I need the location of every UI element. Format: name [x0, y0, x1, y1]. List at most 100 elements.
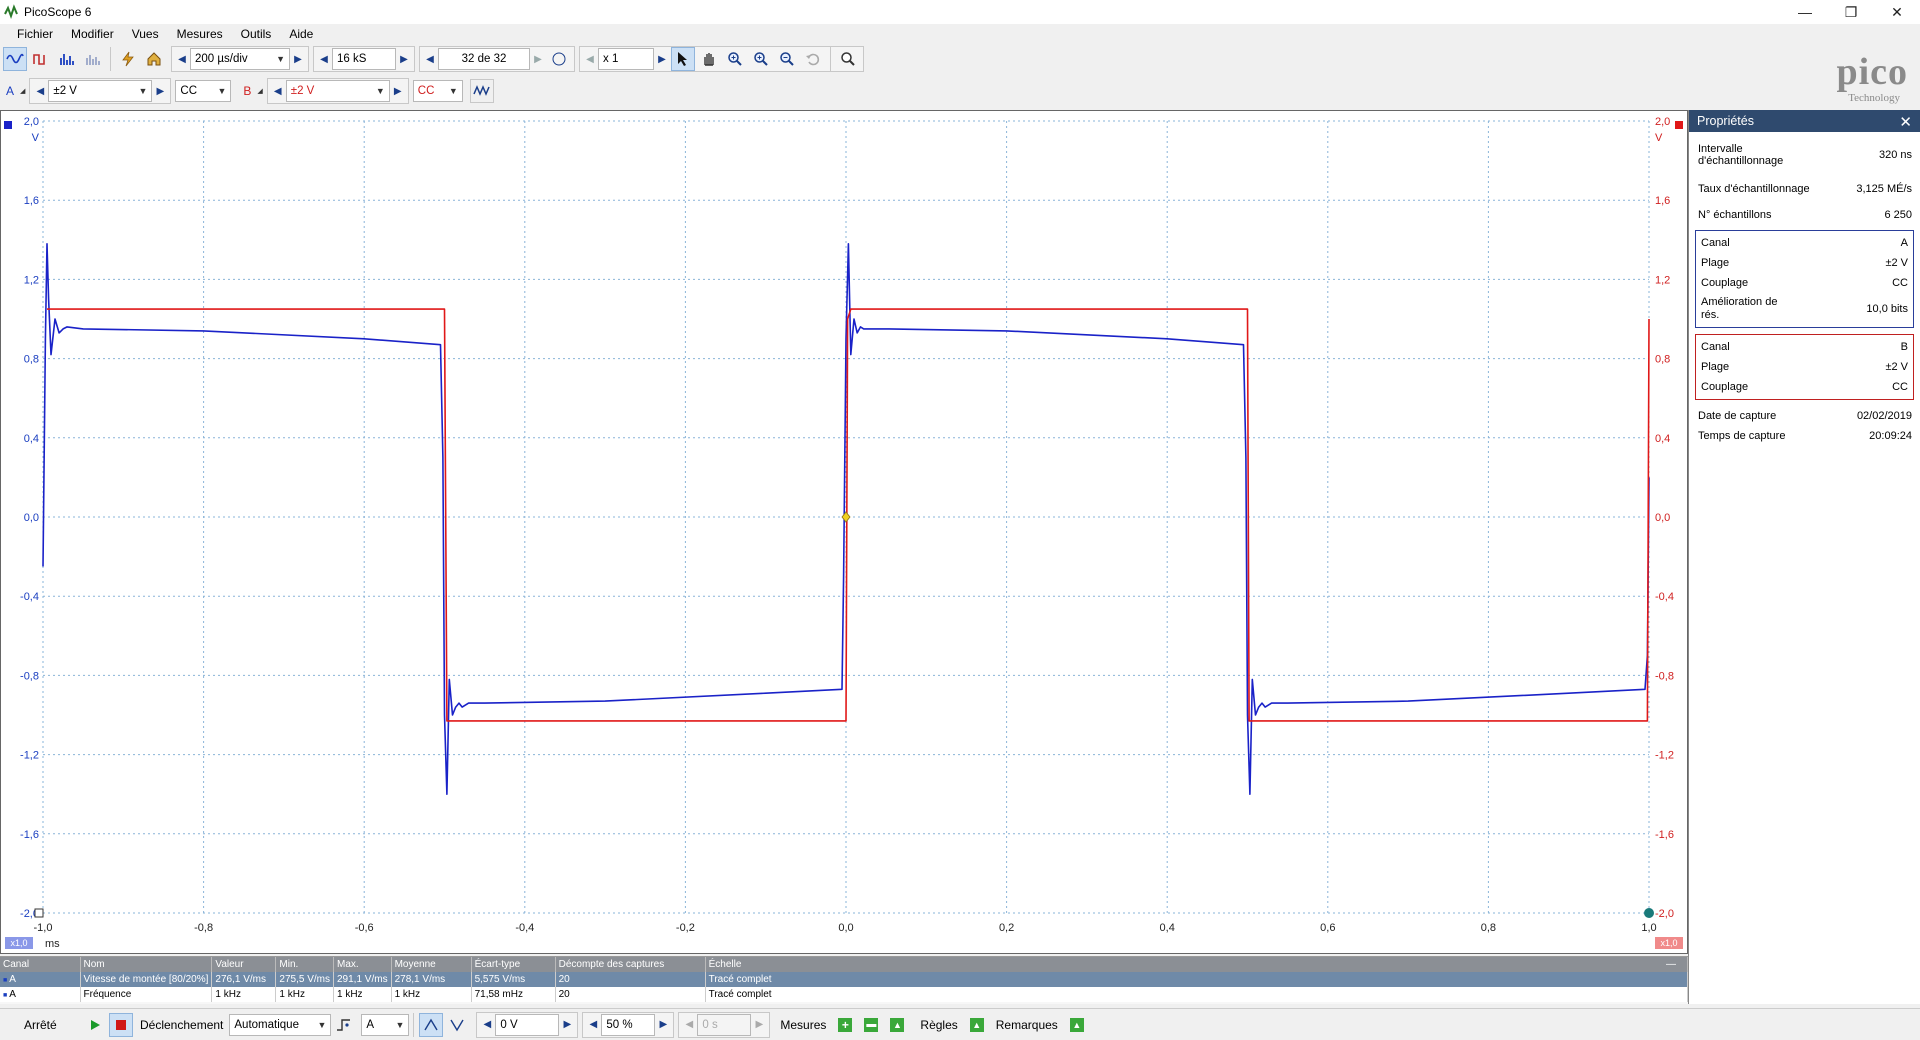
signal-generator-button[interactable]	[469, 79, 494, 103]
buffer-navigator-button[interactable]	[547, 47, 571, 71]
pretrigger-increase-button[interactable]: ▶	[655, 1014, 671, 1036]
ruler-handle-right[interactable]	[1644, 908, 1654, 918]
trigger-marker[interactable]	[841, 511, 851, 523]
samples-decrease-button[interactable]: ◀	[316, 48, 332, 70]
y-tick-label-left: 0,0	[24, 512, 39, 524]
table-row[interactable]: ■ A Vitesse de montée [80/20%] 276,1 V/m…	[0, 972, 1689, 987]
falling-edge-button[interactable]	[445, 1013, 469, 1037]
menu-vues[interactable]: Vues	[123, 27, 168, 41]
menu-fichier[interactable]: Fichier	[8, 27, 62, 41]
trigger-mode-select[interactable]: Automatique ▼	[229, 1013, 332, 1036]
col-canal[interactable]: Canal	[0, 957, 81, 972]
channel-a-range-select[interactable]: ±2 V ▼	[48, 80, 153, 102]
zoom-in-tool-button[interactable]	[723, 47, 747, 71]
timebase-select[interactable]: 200 µs/div ▼	[190, 48, 290, 70]
trigger-delay-field[interactable]: 0 s	[697, 1013, 752, 1036]
delete-measurement-button[interactable]: ▲	[885, 1013, 909, 1037]
close-window-button[interactable]: ✕	[1874, 0, 1920, 24]
zoom-factor-field[interactable]: x 1	[598, 48, 654, 70]
channel-a-coupling-select[interactable]: CC ▼	[175, 80, 232, 102]
table-row[interactable]: ■ A Fréquence 1 kHz 1 kHz 1 kHz 1 kHz 71…	[0, 987, 1689, 1002]
cell-valeur: 1 kHz	[211, 987, 277, 1002]
delay-increase-button[interactable]: ▶	[751, 1014, 767, 1036]
channel-b-range-increase-button[interactable]: ▶	[390, 80, 406, 102]
samples-increase-button[interactable]: ▶	[396, 48, 412, 70]
rules-label: Règles	[920, 1017, 958, 1032]
channel-b-range-select[interactable]: ±2 V ▼	[285, 80, 390, 102]
zoom-decrease-button[interactable]: ◀	[582, 48, 598, 70]
x-scale-badge-right-label: x1,0	[1660, 938, 1677, 948]
channel-b-coupling-select[interactable]: CC ▼	[412, 80, 463, 102]
serial-decode-button[interactable]	[81, 47, 105, 71]
col-min[interactable]: Min.	[275, 957, 334, 972]
delay-decrease-button[interactable]: ◀	[681, 1014, 697, 1036]
edit-measurement-button[interactable]: ▬	[859, 1013, 883, 1037]
trigger-source-select[interactable]: A ▼	[361, 1013, 410, 1036]
samples-select[interactable]: 16 kS	[332, 48, 396, 70]
ruler-handle-left[interactable]	[34, 908, 44, 918]
probe-button[interactable]	[116, 47, 140, 71]
restore-button[interactable]: ❐	[1828, 0, 1874, 24]
menu-outils[interactable]: Outils	[232, 27, 281, 41]
channel-b-axis-marker[interactable]	[1675, 121, 1683, 129]
capture-index-field[interactable]: 32 de 32	[438, 48, 530, 70]
compass-icon	[552, 52, 566, 66]
col-decompte[interactable]: Décompte des captures	[555, 957, 706, 972]
channel-a-range-increase-button[interactable]: ▶	[152, 80, 168, 102]
col-nom[interactable]: Nom	[80, 957, 213, 972]
next-capture-button[interactable]: ▶	[530, 48, 546, 70]
home-button[interactable]	[142, 47, 166, 71]
advanced-trigger-button[interactable]	[332, 1013, 356, 1037]
x-tick-label: 0,0	[838, 922, 853, 934]
menu-aide[interactable]: Aide	[280, 27, 322, 41]
col-valeur[interactable]: Valeur	[211, 957, 277, 972]
minimize-button[interactable]: —	[1782, 0, 1828, 24]
oscilloscope-chart[interactable]: 2,0 1,6 1,2 0,8 0,4 0,0 -0,4 -0,8 -1,2 -1,6 -2,0 V 2…	[1, 111, 1687, 953]
plus-icon: +	[838, 1017, 853, 1032]
trigger-source-value: A	[366, 1018, 375, 1031]
channel-a-label[interactable]: A	[6, 84, 20, 98]
zoom-area-tool-button[interactable]	[749, 47, 773, 71]
channel-a-range-decrease-button[interactable]: ◀	[32, 80, 48, 102]
zoom-overview-button[interactable]	[836, 47, 860, 71]
y-tick-label-right: -1,2	[1655, 750, 1674, 762]
scope-view[interactable]: 2,0 1,6 1,2 0,8 0,4 0,0 -0,4 -0,8 -1,2 -1,6 -2,0 V 2…	[0, 110, 1688, 954]
stop-button[interactable]	[109, 1012, 133, 1037]
col-max[interactable]: Max.	[333, 957, 392, 972]
cell-canal: ■ A	[0, 972, 81, 987]
col-ecart-type[interactable]: Écart-type	[471, 957, 556, 972]
hand-tool-button[interactable]	[697, 47, 721, 71]
persistence-mode-button[interactable]	[29, 47, 53, 71]
close-icon[interactable]: ✕	[1899, 113, 1912, 131]
zoom-out-tool-button[interactable]	[775, 47, 799, 71]
select-tool-button[interactable]	[671, 47, 695, 71]
rules-button[interactable]: ▲	[965, 1013, 989, 1037]
timebase-increase-button[interactable]: ▶	[290, 48, 306, 70]
menu-mesures[interactable]: Mesures	[168, 27, 232, 41]
menu-modifier[interactable]: Modifier	[62, 27, 123, 41]
scope-mode-button[interactable]	[3, 47, 27, 71]
channel-b-range-decrease-button[interactable]: ◀	[270, 80, 286, 102]
trigger-level-increase-button[interactable]: ▶	[559, 1014, 575, 1036]
spectrum-mode-button[interactable]	[55, 47, 79, 71]
previous-capture-button[interactable]: ◀	[422, 48, 438, 70]
channel-b-label[interactable]: B	[243, 84, 257, 98]
trigger-level-field[interactable]: 0 V	[495, 1013, 560, 1036]
channel-a-axis-marker[interactable]	[4, 121, 12, 129]
notes-button[interactable]: ▲	[1065, 1013, 1089, 1037]
prop-row: Temps de capture 20:09:24	[1689, 426, 1920, 446]
start-button[interactable]	[83, 1013, 107, 1037]
collapse-icon[interactable]: —	[1666, 959, 1676, 970]
pretrigger-decrease-button[interactable]: ◀	[585, 1014, 601, 1036]
zoom-increase-button[interactable]: ▶	[654, 48, 670, 70]
rising-edge-button[interactable]	[419, 1012, 444, 1037]
y-tick-label-right: 2,0	[1655, 116, 1670, 128]
col-moyenne[interactable]: Moyenne	[391, 957, 472, 972]
trigger-level-decrease-button[interactable]: ◀	[479, 1014, 495, 1036]
undo-zoom-button[interactable]	[801, 47, 825, 71]
add-measurement-button[interactable]: +	[833, 1013, 857, 1037]
pretrigger-field[interactable]: 50 %	[601, 1013, 656, 1036]
timebase-decrease-button[interactable]: ◀	[174, 48, 190, 70]
col-echelle[interactable]: Échelle —	[705, 957, 1689, 972]
y-tick-label-right: -1,6	[1655, 829, 1674, 841]
